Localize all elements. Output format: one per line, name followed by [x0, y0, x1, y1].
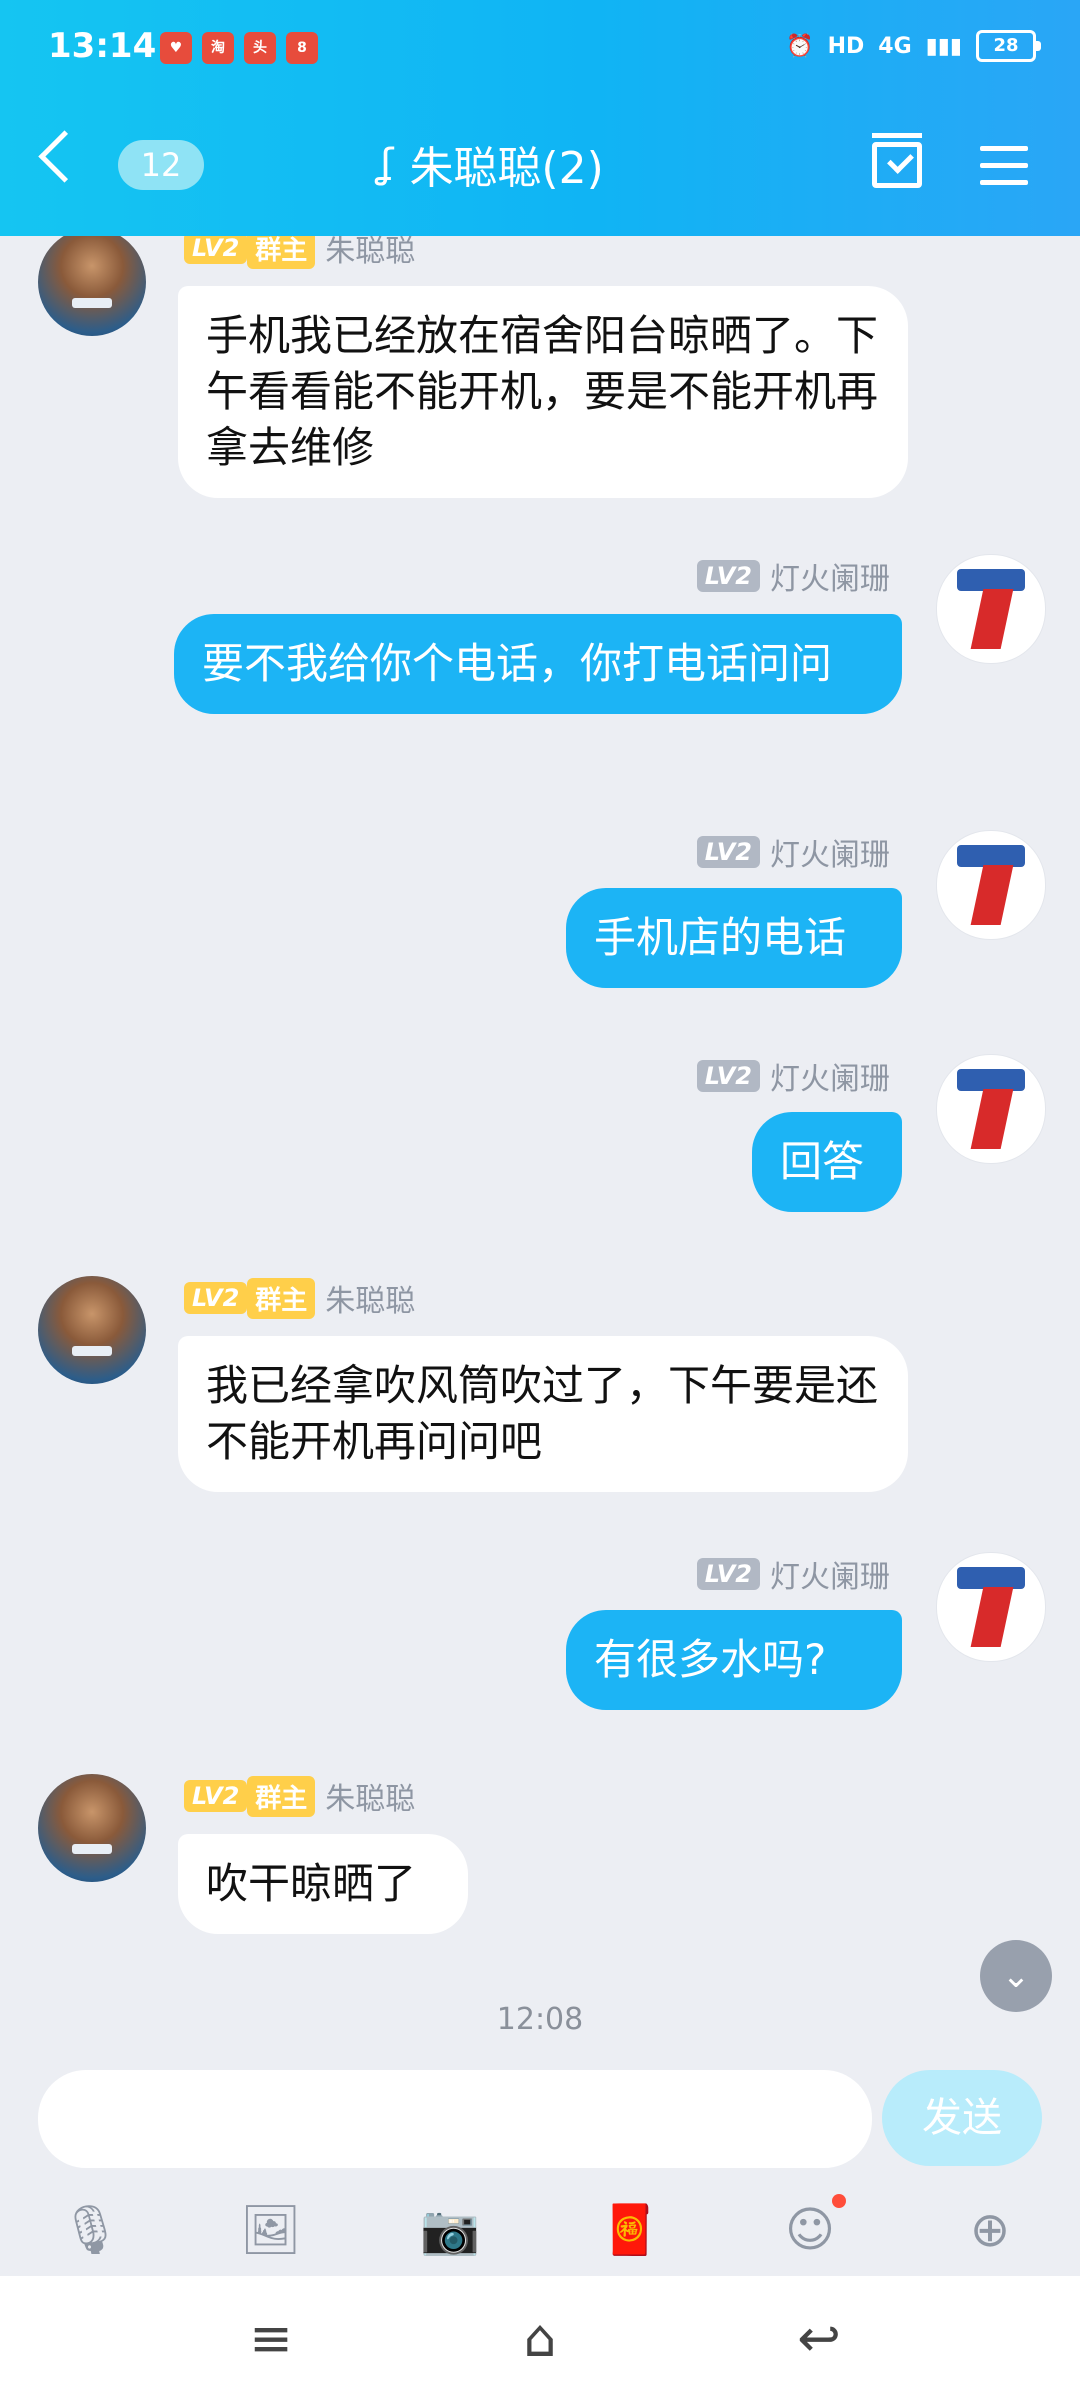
sender-line: LV2 灯火阑珊	[696, 1054, 890, 1098]
input-bar: 发送 🎙 🖼 📷 🧧 ☺ ⊕	[0, 2050, 1080, 2270]
app-notif-icon: 8	[286, 32, 318, 64]
signal-icon: ▮▮▮	[925, 33, 962, 59]
chat-title-wrap[interactable]: ʆ 朱聪聪(2)	[380, 132, 604, 196]
sender-line: LV2 群主 朱聪聪	[184, 1276, 415, 1320]
unread-count-badge[interactable]: 12	[118, 140, 204, 190]
emoji-icon[interactable]: ☺	[780, 2194, 846, 2260]
message-bubble[interactable]: 有很多水吗?	[566, 1610, 902, 1710]
camera-icon[interactable]: 📷	[420, 2200, 480, 2260]
message-bubble[interactable]: 吹干晾晒了	[178, 1834, 468, 1934]
red-packet-icon[interactable]: 🧧	[600, 2200, 660, 2260]
level-badge: LV2	[184, 1780, 248, 1812]
sender-line: LV2 群主 朱聪聪	[184, 236, 415, 270]
message-input[interactable]	[38, 2070, 872, 2168]
app-notif-icon: 淘	[202, 32, 234, 64]
notification-icons: ♥ 淘 头 8	[160, 32, 318, 64]
owner-badge: 群主	[247, 1277, 316, 1319]
unread-dot	[832, 2194, 846, 2208]
microphone-icon[interactable]: 🎙	[60, 2200, 121, 2260]
calendar-check-icon[interactable]	[872, 133, 922, 188]
level-badge: LV2	[696, 1558, 760, 1590]
level-badge: LV2	[184, 236, 248, 264]
avatar[interactable]	[936, 1054, 1046, 1164]
sender-name: 灯火阑珊	[770, 1560, 890, 1595]
sender-line: LV2 群主 朱聪聪	[184, 1774, 415, 1818]
app-notif-icon: 头	[244, 32, 276, 64]
avatar[interactable]	[38, 236, 146, 336]
sender-line: LV2 灯火阑珊	[696, 554, 890, 598]
owner-badge: 群主	[247, 236, 316, 269]
menu-nav-icon[interactable]: ≡	[236, 2304, 306, 2374]
ear-icon: ʆ	[380, 141, 394, 187]
avatar[interactable]	[936, 830, 1046, 940]
chat-toolbar: 🎙 🖼 📷 🧧 ☺ ⊕	[0, 2194, 1080, 2270]
hd-icon: HD	[827, 33, 865, 59]
level-badge: LV2	[696, 560, 760, 592]
avatar[interactable]	[38, 1276, 146, 1384]
sender-name: 灯火阑珊	[770, 838, 890, 873]
sender-line: LV2 灯火阑珊	[696, 1552, 890, 1596]
home-nav-icon[interactable]: ⌂	[505, 2304, 575, 2374]
network-icon: 4G	[878, 33, 912, 59]
chat-title: 朱聪聪(2)	[409, 143, 604, 194]
back-nav-icon[interactable]: ↩	[784, 2304, 854, 2374]
avatar[interactable]	[936, 554, 1046, 664]
level-badge: LV2	[696, 836, 760, 868]
message-list[interactable]: LV2 群主 朱聪聪 手机我已经放在宿舍阳台晾晒了。下午看看能不能开机，要是不能…	[0, 236, 1080, 2050]
level-badge: LV2	[184, 1282, 248, 1314]
alarm-icon: ⏰	[786, 33, 814, 59]
sender-name: 朱聪聪	[325, 236, 416, 269]
sender-name: 朱聪聪	[325, 1284, 416, 1319]
avatar[interactable]	[936, 1552, 1046, 1662]
owner-badge: 群主	[247, 1775, 316, 1817]
app-notif-icon: ♥	[160, 32, 192, 64]
send-button[interactable]: 发送	[882, 2070, 1042, 2166]
sender-name: 朱聪聪	[325, 1782, 416, 1817]
message-bubble[interactable]: 要不我给你个电话，你打电话问问	[174, 614, 902, 714]
sender-line: LV2 灯火阑珊	[696, 830, 890, 874]
system-nav-bar: ≡ ⌂ ↩	[0, 2276, 1080, 2400]
chat-header: 13:14 ♥ 淘 头 8 ⏰ HD 4G ▮▮▮ 28 12 ʆ 朱聪聪(2)	[0, 0, 1080, 236]
menu-icon[interactable]	[980, 146, 1028, 186]
message-bubble[interactable]: 回答	[752, 1112, 902, 1212]
plus-icon[interactable]: ⊕	[960, 2200, 1020, 2260]
back-arrow-icon[interactable]	[38, 130, 91, 183]
status-time: 13:14	[48, 26, 157, 66]
message-timestamp: 12:08	[496, 2002, 584, 2037]
message-bubble[interactable]: 手机店的电话	[566, 888, 902, 988]
sender-name: 灯火阑珊	[770, 562, 890, 597]
avatar[interactable]	[38, 1774, 146, 1882]
image-icon[interactable]: 🖼	[240, 2200, 301, 2260]
sender-name: 灯火阑珊	[770, 1062, 890, 1097]
battery-icon: 28	[976, 30, 1041, 62]
status-right: ⏰ HD 4G ▮▮▮ 28	[786, 30, 1041, 62]
message-bubble[interactable]: 我已经拿吹风筒吹过了，下午要是还不能开机再问问吧	[178, 1336, 908, 1492]
message-bubble[interactable]: 手机我已经放在宿舍阳台晾晒了。下午看看能不能开机，要是不能开机再拿去维修	[178, 286, 908, 498]
level-badge: LV2	[696, 1060, 760, 1092]
